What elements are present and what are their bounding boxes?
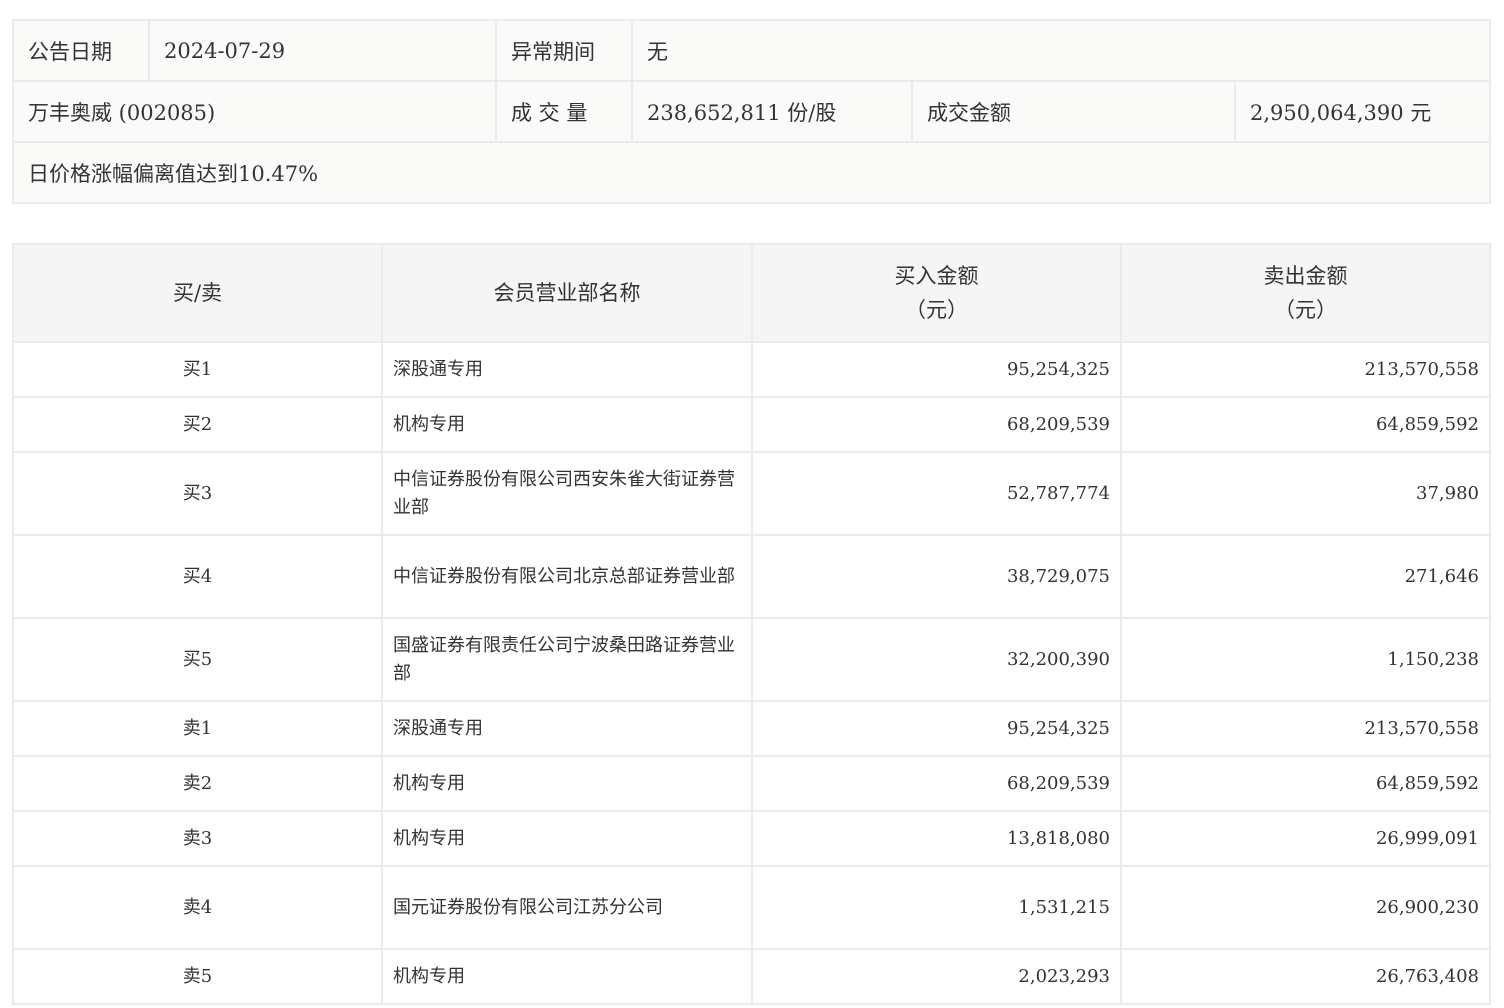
buy-amount-cell: 13,818,080	[751, 810, 1122, 867]
header-buy-label: 买入金额	[894, 264, 979, 288]
buy-amount-cell: 1,531,215	[751, 865, 1122, 950]
volume-value: 238,652,811 份/股	[631, 80, 913, 143]
sell-amount-cell: 37,980	[1120, 451, 1491, 536]
member-cell: 深股通专用	[381, 700, 753, 757]
member-cell: 中信证券股份有限公司西安朱雀大街证券营业部	[381, 451, 753, 536]
sell-amount-cell: 64,859,592	[1120, 396, 1491, 453]
side-cell: 卖1	[12, 700, 383, 757]
period-value: 无	[631, 19, 1491, 82]
table-row: 买2 机构专用 68,209,539 64,859,592	[12, 396, 1491, 453]
table-row: 买4 中信证券股份有限公司北京总部证券营业部 38,729,075 271,646	[12, 534, 1491, 619]
table-row: 卖4 国元证券股份有限公司江苏分公司 1,531,215 26,900,230	[12, 865, 1491, 950]
buy-amount-cell: 95,254,325	[751, 700, 1122, 757]
buy-amount-cell: 95,254,325	[751, 341, 1122, 398]
member-cell: 深股通专用	[381, 341, 753, 398]
side-cell: 卖4	[12, 865, 383, 950]
header-sell: 卖出金额 （元）	[1120, 243, 1491, 343]
announcement-info-table: 公告日期 2024-07-29 异常期间 无 万丰奥威 (002085) 成 交…	[12, 19, 1491, 204]
date-label: 公告日期	[12, 19, 150, 82]
sell-amount-cell: 26,763,408	[1120, 948, 1491, 1005]
reason: 日价格涨幅偏离值达到10.47%	[12, 141, 1491, 204]
member-cell: 国盛证券有限责任公司宁波桑田路证券营业部	[381, 617, 753, 702]
member-cell: 中信证券股份有限公司北京总部证券营业部	[381, 534, 753, 619]
table-row: 买5 国盛证券有限责任公司宁波桑田路证券营业部 32,200,390 1,150,23…	[12, 617, 1491, 702]
header-buy-unit: （元）	[905, 298, 968, 322]
trading-seats-table: 买/卖 会员营业部名称 买入金额 （元） 卖出金额 （元） 买1 深股通专用 95,25…	[12, 243, 1491, 1005]
sell-amount-cell: 213,570,558	[1120, 700, 1491, 757]
sell-amount-cell: 213,570,558	[1120, 341, 1491, 398]
member-cell: 机构专用	[381, 948, 753, 1005]
amount-value: 2,950,064,390 元	[1234, 80, 1491, 143]
side-cell: 买2	[12, 396, 383, 453]
stock-name: 万丰奥威 (002085)	[12, 80, 497, 143]
volume-label: 成 交 量	[495, 80, 633, 143]
sell-amount-cell: 26,999,091	[1120, 810, 1491, 867]
amount-label: 成交金额	[911, 80, 1236, 143]
header-member: 会员营业部名称	[381, 243, 753, 343]
buy-amount-cell: 68,209,539	[751, 396, 1122, 453]
side-cell: 买1	[12, 341, 383, 398]
table-row: 买3 中信证券股份有限公司西安朱雀大街证券营业部 52,787,774 37,980	[12, 451, 1491, 536]
table-row: 卖5 机构专用 2,023,293 26,763,408	[12, 948, 1491, 1005]
sell-amount-cell: 64,859,592	[1120, 755, 1491, 812]
side-cell: 卖3	[12, 810, 383, 867]
table-row: 买1 深股通专用 95,254,325 213,570,558	[12, 341, 1491, 398]
side-cell: 卖2	[12, 755, 383, 812]
table-row: 卖2 机构专用 68,209,539 64,859,592	[12, 755, 1491, 812]
side-cell: 买4	[12, 534, 383, 619]
side-cell: 买5	[12, 617, 383, 702]
sell-amount-cell: 26,900,230	[1120, 865, 1491, 950]
table-row: 卖3 机构专用 13,818,080 26,999,091	[12, 810, 1491, 867]
side-cell: 卖5	[12, 948, 383, 1005]
member-cell: 国元证券股份有限公司江苏分公司	[381, 865, 753, 950]
buy-amount-cell: 68,209,539	[751, 755, 1122, 812]
member-cell: 机构专用	[381, 396, 753, 453]
side-cell: 买3	[12, 451, 383, 536]
member-cell: 机构专用	[381, 755, 753, 812]
sell-amount-cell: 1,150,238	[1120, 617, 1491, 702]
member-cell: 机构专用	[381, 810, 753, 867]
table-row: 卖1 深股通专用 95,254,325 213,570,558	[12, 700, 1491, 757]
date-value: 2024-07-29	[148, 19, 497, 82]
header-side: 买/卖	[12, 243, 383, 343]
header-sell-unit: （元）	[1274, 298, 1337, 322]
header-sell-label: 卖出金额	[1263, 264, 1348, 288]
buy-amount-cell: 38,729,075	[751, 534, 1122, 619]
buy-amount-cell: 52,787,774	[751, 451, 1122, 536]
header-buy: 买入金额 （元）	[751, 243, 1122, 343]
sell-amount-cell: 271,646	[1120, 534, 1491, 619]
period-label: 异常期间	[495, 19, 633, 82]
buy-amount-cell: 32,200,390	[751, 617, 1122, 702]
buy-amount-cell: 2,023,293	[751, 948, 1122, 1005]
